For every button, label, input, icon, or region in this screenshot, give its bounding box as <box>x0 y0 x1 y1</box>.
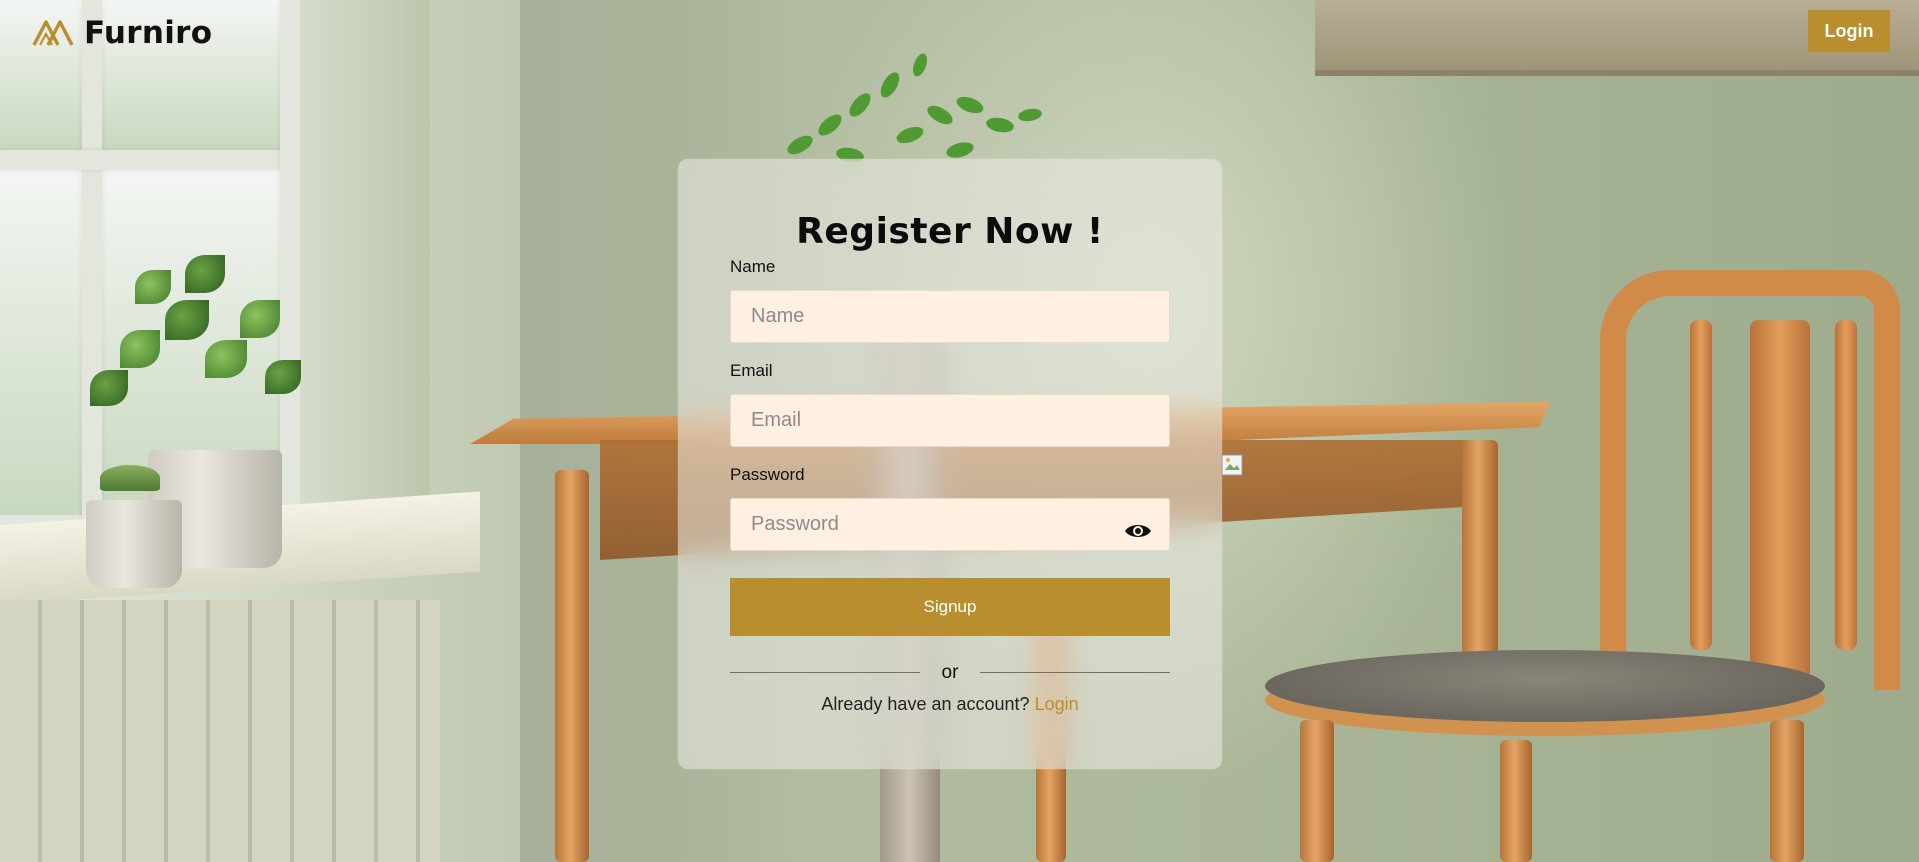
form-title: Register Now ! <box>796 211 1104 252</box>
chair-leg <box>1300 720 1334 862</box>
logo[interactable]: Furniro <box>32 15 212 51</box>
chair-leg <box>1770 720 1804 862</box>
login-link[interactable]: Login <box>1035 694 1079 714</box>
header-login-button[interactable]: Login <box>1808 10 1890 52</box>
login-prompt-text: Already have an account? <box>821 694 1030 714</box>
radiator <box>0 600 440 862</box>
window-wall <box>300 0 430 560</box>
password-input[interactable] <box>730 498 1170 551</box>
fern-plant <box>787 53 1042 163</box>
chair-leg <box>1500 740 1532 862</box>
table-leg <box>1462 440 1498 660</box>
email-input[interactable] <box>730 394 1170 447</box>
divider-text: or <box>941 662 959 683</box>
furniro-logo-icon <box>32 20 74 46</box>
table-leg <box>555 470 589 862</box>
register-card: Register Now ! Name Email Password Signu… <box>678 159 1222 769</box>
name-label: Name <box>730 257 776 276</box>
login-prompt: Already have an account? Login <box>678 694 1222 715</box>
chair-seat <box>1265 650 1825 722</box>
eye-icon[interactable] <box>1124 521 1152 541</box>
broken-image-icon <box>1221 454 1243 476</box>
brand-name: Furniro <box>84 15 213 51</box>
name-input[interactable] <box>730 290 1170 343</box>
or-divider: or <box>730 662 1170 683</box>
email-label: Email <box>730 361 773 380</box>
plant-pot-small <box>86 500 182 588</box>
password-label: Password <box>730 465 805 484</box>
signup-button[interactable]: Signup <box>730 578 1170 636</box>
